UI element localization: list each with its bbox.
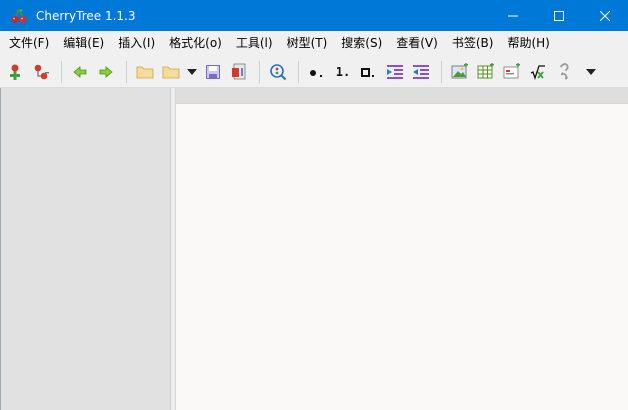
text-editor[interactable] <box>176 103 628 410</box>
menu-tree[interactable]: 树型(T) <box>282 31 333 56</box>
maximize-icon <box>554 10 564 21</box>
menu-bookmarks[interactable]: 书签(B) <box>447 31 499 56</box>
unindent-button[interactable] <box>409 60 433 84</box>
toolbar-separator <box>441 60 442 83</box>
insert-link-icon <box>559 62 569 80</box>
find-button[interactable] <box>266 60 290 84</box>
bulleted-list-icon <box>310 69 322 77</box>
more-icon <box>586 68 596 75</box>
insert-codebox-button[interactable] <box>500 60 524 84</box>
insert-latex-button[interactable] <box>526 60 550 84</box>
open-recent-dropdown[interactable] <box>185 60 199 84</box>
window-title: CherryTree 1.1.3 <box>36 8 136 23</box>
close-button[interactable] <box>582 0 628 31</box>
insert-table-button[interactable] <box>474 60 498 84</box>
go-back-icon <box>73 65 87 78</box>
open-file-icon <box>136 66 154 78</box>
toolbar-separator <box>259 60 260 83</box>
go-forward-button[interactable] <box>94 60 118 84</box>
add-node-button[interactable] <box>3 60 27 84</box>
menu-edit[interactable]: 编辑(E) <box>58 31 109 56</box>
numbered-list-button[interactable]: 1. <box>331 60 355 84</box>
cherry-icon <box>8 5 30 27</box>
toolbar-separator <box>298 60 299 83</box>
open-recent-button[interactable] <box>159 60 183 84</box>
title-bar: CherryTree 1.1.3 <box>0 0 628 31</box>
menu-format[interactable]: 格式化(o) <box>164 31 227 56</box>
export-button[interactable] <box>227 60 251 84</box>
bulleted-list-button[interactable] <box>305 60 329 84</box>
go-back-button[interactable] <box>68 60 92 84</box>
menu-bar: 文件(F) 编辑(E) 插入(I) 格式化(o) 工具(l) 树型(T) 搜索(… <box>0 31 628 56</box>
open-recent-icon <box>162 66 180 78</box>
toolbar-separator <box>126 60 127 83</box>
unindent-icon <box>413 64 429 79</box>
insert-codebox-icon <box>503 62 520 78</box>
add-node-icon <box>10 64 20 80</box>
go-forward-icon <box>99 65 113 78</box>
indent-button[interactable] <box>383 60 407 84</box>
insert-image-icon <box>451 62 468 78</box>
indent-icon <box>387 64 403 79</box>
minimize-button[interactable] <box>490 0 536 31</box>
tree-panel[interactable] <box>0 88 170 410</box>
menu-tools[interactable]: 工具(l) <box>231 31 278 56</box>
menu-insert[interactable]: 插入(I) <box>113 31 160 56</box>
toolbar-separator <box>61 60 62 83</box>
add-subnode-icon <box>34 64 49 79</box>
numbered-list-icon: 1. <box>335 64 351 79</box>
insert-table-icon <box>477 62 494 78</box>
export-icon <box>232 63 246 79</box>
find-icon <box>270 63 287 80</box>
main-toolbar: 1. <box>0 56 628 88</box>
menu-search[interactable]: 搜索(S) <box>336 31 387 56</box>
insert-link-button[interactable] <box>552 60 576 84</box>
todo-list-button[interactable] <box>357 60 381 84</box>
insert-latex-icon <box>530 64 545 80</box>
add-subnode-button[interactable] <box>29 60 53 84</box>
node-header-bar <box>176 88 628 103</box>
todo-list-icon <box>361 67 374 77</box>
minimize-icon <box>508 15 518 16</box>
close-icon <box>600 10 610 21</box>
maximize-button[interactable] <box>536 0 582 31</box>
menu-help[interactable]: 帮助(H) <box>502 31 554 56</box>
save-button[interactable] <box>201 60 225 84</box>
insert-image-button[interactable] <box>448 60 472 84</box>
menu-file[interactable]: 文件(F) <box>4 31 54 56</box>
open-file-button[interactable] <box>133 60 157 84</box>
menu-view[interactable]: 查看(V) <box>391 31 443 56</box>
save-icon <box>206 64 220 79</box>
dropdown-icon <box>187 68 197 75</box>
toolbar-overflow-button[interactable] <box>582 60 600 84</box>
